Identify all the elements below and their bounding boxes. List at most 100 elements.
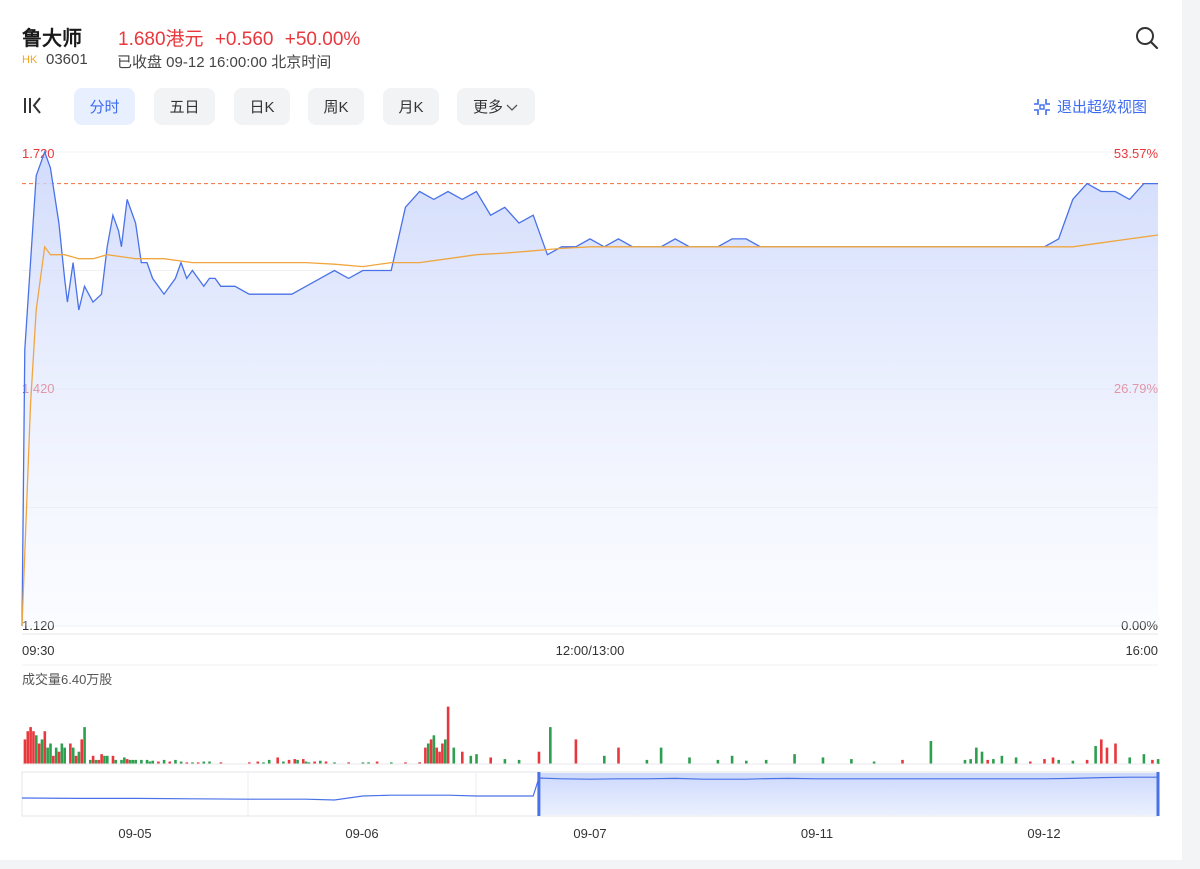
volume-bar <box>992 759 995 764</box>
volume-bar <box>1114 743 1117 764</box>
volume-bar <box>267 759 271 764</box>
volume-bar <box>963 759 967 764</box>
volume-bar <box>91 755 95 764</box>
volume-bar <box>574 739 578 764</box>
volume-bar <box>986 759 989 764</box>
volume-bar <box>793 754 796 764</box>
volume-bar <box>100 754 103 764</box>
volume-bar <box>37 743 41 764</box>
volume-bar <box>424 747 427 764</box>
volume-bar <box>103 755 106 764</box>
volume-bar <box>1100 739 1103 764</box>
volume-bar <box>461 751 464 764</box>
volume-bar <box>1105 747 1109 764</box>
volume-bar <box>71 747 75 764</box>
navigator-date-label: 09-07 <box>573 826 606 841</box>
volume-bar <box>120 759 123 764</box>
volume-bar <box>287 759 291 764</box>
volume-bar <box>432 735 436 764</box>
y-tick-label-right: 53.57% <box>1114 146 1159 161</box>
volume-bar <box>503 759 507 764</box>
volume-bar <box>617 747 620 764</box>
volume-bar <box>441 743 444 764</box>
volume-bar <box>1014 757 1018 764</box>
volume-bar <box>1085 759 1089 764</box>
volume-bar <box>716 759 720 764</box>
volume-bar <box>821 757 825 764</box>
volume-bar <box>426 743 430 764</box>
volume-bar <box>429 739 433 764</box>
volume-bar <box>901 759 904 764</box>
volume-bar <box>446 706 450 764</box>
volume-bar <box>83 727 86 764</box>
volume-bar <box>131 759 135 764</box>
volume-bar <box>1057 759 1060 764</box>
volume-bar <box>850 759 853 764</box>
volume-bar <box>435 747 439 764</box>
volume-bar <box>1128 757 1131 764</box>
price-chart: 1.7201.4201.12053.57%26.79%0.00%09:3012:… <box>21 146 1160 841</box>
volume-bar <box>80 739 84 764</box>
volume-bar <box>980 751 984 764</box>
volume-bar <box>537 751 541 764</box>
volume-bar <box>140 759 143 764</box>
volume-bar <box>1151 759 1154 764</box>
volume-bar <box>730 755 734 764</box>
volume-bar <box>54 747 58 764</box>
volume-bar <box>1142 754 1146 764</box>
navigator[interactable]: 09-05 09-06 09-07 09-11 09-12 <box>21 771 1160 841</box>
volume-bar <box>162 759 166 764</box>
price-area <box>22 152 1158 626</box>
volume-bar <box>77 751 81 764</box>
volume-bar <box>296 759 299 764</box>
volume-bar <box>63 747 66 764</box>
volume-bar <box>443 739 447 764</box>
volume-bar <box>52 755 55 764</box>
volume-bar <box>123 757 126 764</box>
volume-bar <box>94 759 98 764</box>
volume-bar <box>1051 757 1055 764</box>
volume-bar <box>603 755 606 764</box>
volume-bar <box>1043 759 1046 764</box>
volume-bar <box>23 739 27 764</box>
volume-bar <box>46 747 49 764</box>
volume-bar <box>452 747 456 764</box>
volume-bar <box>35 735 38 764</box>
volume-bar <box>49 743 52 764</box>
volume-bar <box>764 759 768 764</box>
x-tick-label: 12:00/13:00 <box>556 643 625 658</box>
x-tick-label: 09:30 <box>22 643 55 658</box>
volume-bar <box>475 754 478 764</box>
volume-bar <box>549 727 552 764</box>
navigator-date-label: 09-06 <box>345 826 378 841</box>
volume-bar <box>1156 759 1160 764</box>
volume-bar <box>29 727 32 764</box>
volume-bar <box>128 759 132 764</box>
volume-bar <box>40 739 44 764</box>
volume-bar <box>106 755 109 764</box>
volume-bar <box>69 743 72 764</box>
navigator-handle-right <box>1156 772 1160 816</box>
volume-bar <box>174 759 177 764</box>
volume-bar <box>111 755 115 764</box>
volume-bar <box>32 731 35 764</box>
volume-bar <box>929 741 933 764</box>
volume-bar <box>969 759 972 764</box>
volume-bar <box>125 759 129 764</box>
volume-bar <box>97 759 101 764</box>
x-tick-label: 16:00 <box>1125 643 1158 658</box>
volume-bar <box>1000 755 1004 764</box>
volume-bar <box>43 731 47 764</box>
volume-bar <box>489 757 492 764</box>
volume-bar <box>1094 745 1097 764</box>
volume-bar <box>57 751 61 764</box>
y-tick-label-left: 1.720 <box>22 146 55 161</box>
volume-bar <box>293 759 297 764</box>
volume-bars: 成交量6.40万股 <box>22 672 1160 765</box>
navigator-date-label: 09-12 <box>1027 826 1060 841</box>
volume-bar <box>26 731 30 764</box>
volume-bar <box>688 757 691 764</box>
volume-bar <box>60 743 64 764</box>
volume-bar <box>301 759 305 764</box>
volume-bar <box>134 759 137 764</box>
